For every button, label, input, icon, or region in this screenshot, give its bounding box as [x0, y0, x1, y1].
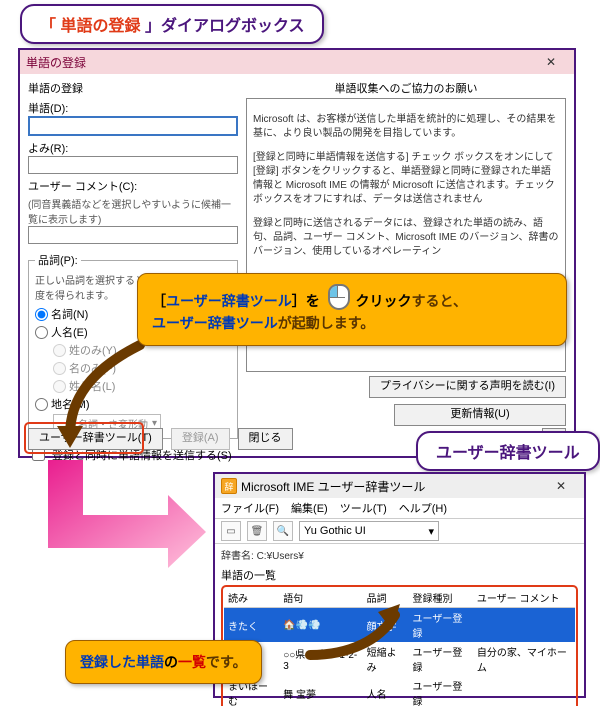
note1-line2a: ユーザー辞書ツール [152, 315, 278, 331]
pink-arrow [28, 460, 208, 570]
list-header: 単語の一覧 [215, 565, 584, 583]
comment-helper: (同音異義語などを選択しやすいように候補一覧に表示します) [28, 196, 238, 226]
col-yomi[interactable]: 読み [224, 588, 279, 608]
label-reading: よみ(R): [28, 140, 238, 156]
close-icon-2[interactable]: ✕ [544, 479, 578, 493]
menu-help[interactable]: ヘルプ(H) [399, 500, 447, 516]
titlebar-2: 辞 Microsoft IME ユーザー辞書ツール ✕ [215, 474, 584, 498]
window-title: 単語の登録 [26, 54, 86, 71]
word-input[interactable] [28, 116, 238, 136]
tool-find-icon[interactable]: 🔍 [273, 521, 293, 541]
menu-bar: ファイル(F) 編集(E) ツール(T) ヘルプ(H) [215, 498, 584, 519]
note1-seg4: クリック [356, 293, 412, 309]
label-word: 単語(D): [28, 100, 238, 116]
arrow-to-word-list [300, 600, 420, 670]
callout-title-suffix: 」ダイアログボックス [145, 18, 305, 35]
update-info-button[interactable]: 更新情報(U) [394, 404, 566, 426]
menu-tool[interactable]: ツール(T) [340, 500, 387, 516]
label-comment: ユーザー コメント(C): [28, 178, 238, 194]
info-p1: Microsoft は、お客様が送信した単語を統計的に処理し、その結果を基に、よ… [253, 113, 559, 141]
toolbar: ▭ 🗑 🔍 Yu Gothic UI ▾ [215, 519, 584, 544]
table-row[interactable]: まいほーむ 舞 宝夢 人名 ユーザー登録 [224, 676, 575, 706]
section-title: 単語の登録 [28, 80, 238, 96]
info-title: 単語収集へのご協力のお願い [246, 80, 566, 96]
note2-d: です。 [206, 654, 247, 670]
window-title-2: Microsoft IME ユーザー辞書ツール [241, 478, 425, 495]
callout-user-dictionary-tool: ユーザー辞書ツール [416, 431, 600, 471]
close-icon[interactable]: ✕ [534, 55, 568, 69]
callout-quote-open: 「 [40, 18, 56, 35]
dictionary-path: 辞書名: C:¥Users¥ [215, 544, 584, 565]
note1-seg5: すると、 [412, 293, 467, 309]
reading-input[interactable] [28, 156, 238, 174]
font-selected: Yu Gothic UI [304, 525, 366, 537]
tool-new-icon[interactable]: ▭ [221, 521, 241, 541]
callout-side-text: ユーザー辞書ツール [436, 445, 580, 462]
note2-a: 登録した単語 [80, 654, 164, 670]
note-word-list: 登録した単語の一覧です。 [65, 640, 262, 684]
titlebar: 単語の登録 ✕ [20, 50, 574, 74]
note1-line2b: が起動します。 [278, 315, 375, 331]
hinshi-legend: 品詞(P): [35, 252, 81, 268]
note2-b: の [164, 654, 178, 670]
register-button[interactable]: 登録(A) [171, 428, 230, 450]
font-selector[interactable]: Yu Gothic UI ▾ [299, 521, 439, 541]
comment-input[interactable] [28, 226, 238, 244]
arrow-to-tool-button [40, 340, 160, 455]
note1-seg1: ［ [152, 293, 166, 309]
tool-delete-icon[interactable]: 🗑 [247, 521, 267, 541]
menu-file[interactable]: ファイル(F) [221, 500, 279, 516]
note2-c: 一覧 [178, 654, 206, 670]
chevron-down-icon: ▾ [428, 525, 434, 538]
privacy-button[interactable]: プライバシーに関する声明を読む(I) [369, 376, 566, 398]
app-icon: 辞 [221, 478, 237, 494]
callout-title-text: 単語の登録 [60, 18, 140, 35]
info-p2: [登録と同時に単語情報を送信する] チェック ボックスをオンにして [登録] ボ… [253, 151, 559, 207]
note-launch-tool: ［ユーザー辞書ツール］を クリックすると、 ユーザー辞書ツールが起動します。 [137, 273, 567, 346]
info-p3: 登録と同時に送信されるデータには、登録された単語の読み、語句、品詞、ユーザー コ… [253, 217, 559, 259]
mouse-left-click-icon [328, 284, 350, 310]
menu-edit[interactable]: 編集(E) [291, 500, 328, 516]
close-button[interactable]: 閉じる [238, 428, 293, 450]
col-comment[interactable]: ユーザー コメント [473, 588, 575, 608]
note1-seg3: ］を [292, 293, 320, 309]
note1-seg2: ユーザー辞書ツール [166, 293, 292, 309]
callout-register-dialog: 「 単語の登録 」ダイアログボックス [20, 4, 324, 44]
